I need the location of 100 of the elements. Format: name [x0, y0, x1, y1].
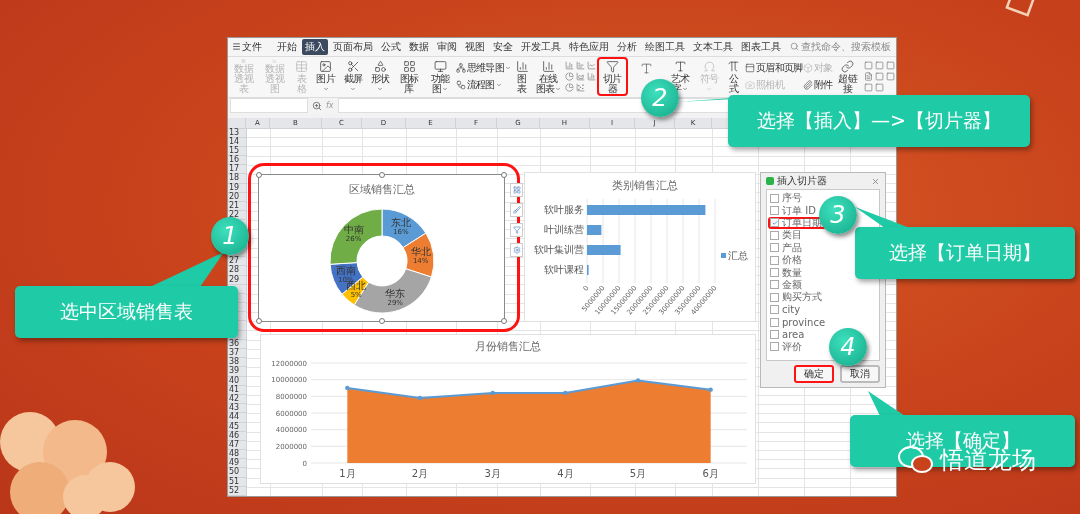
row-number[interactable]: 28 [228, 266, 246, 276]
ribbon-button[interactable]: 超链接 [832, 57, 864, 97]
bar-chart-icon[interactable] [587, 72, 597, 82]
ribbon-button[interactable]: 图片 [312, 57, 340, 97]
ribbon-button[interactable]: 流程图 [455, 78, 512, 93]
row-number[interactable]: 18 [228, 174, 246, 184]
ribbon-button[interactable]: 图标库 [393, 57, 425, 97]
field-option[interactable]: province [768, 315, 830, 329]
checkbox[interactable] [770, 280, 779, 290]
resize-handle[interactable] [256, 318, 262, 324]
menu-tab[interactable]: 开始 [274, 38, 300, 55]
resize-handle[interactable] [501, 318, 507, 324]
checkbox[interactable] [770, 317, 779, 327]
bar-chart-icon[interactable] [576, 61, 586, 71]
chart-tool-button[interactable] [510, 243, 523, 257]
menu-tab[interactable]: 页面布局 [330, 38, 376, 55]
ribbon-button[interactable]: 形状 [366, 57, 394, 97]
square-icon[interactable] [875, 72, 885, 82]
square-icon[interactable] [886, 72, 896, 82]
ribbon-button[interactable]: 功能图 [424, 57, 456, 97]
menu-tab[interactable]: 公式 [378, 38, 404, 55]
ribbon-button[interactable]: 页眉和页脚 [744, 61, 803, 76]
ribbon-button[interactable]: 思维导图 [455, 61, 512, 76]
menu-tab[interactable]: 开发工具 [518, 38, 564, 55]
ribbon-button[interactable]: 图表 [511, 57, 533, 97]
row-number[interactable]: 45 [228, 422, 246, 432]
menu-tab[interactable]: 安全 [490, 38, 516, 55]
checkbox[interactable] [770, 206, 779, 216]
menu-tab[interactable]: 绘图工具 [642, 38, 688, 55]
menu-tab[interactable]: 图表工具 [738, 38, 784, 55]
row-number[interactable]: 20 [228, 192, 246, 202]
square-icon[interactable] [875, 83, 885, 93]
row-number[interactable]: 41 [228, 385, 246, 395]
ribbon-button[interactable]: 截屏 [339, 57, 367, 97]
square-icon[interactable] [864, 83, 874, 93]
document-icon[interactable] [864, 72, 874, 82]
field-option[interactable]: 序号 [768, 192, 806, 205]
checkbox[interactable] [770, 305, 779, 315]
bar-chart-icon[interactable] [565, 61, 575, 71]
ribbon-button[interactable]: 在线图表 [532, 57, 565, 97]
checkbox[interactable] [770, 342, 779, 352]
line-chart-icon[interactable] [587, 61, 597, 71]
close-icon[interactable] [871, 176, 880, 186]
row-number[interactable]: 13 [228, 128, 246, 138]
row-number[interactable]: 29 [228, 275, 246, 285]
chart-tool-button[interactable] [510, 203, 523, 217]
zoom-icon[interactable] [312, 100, 322, 111]
square-icon[interactable] [875, 61, 885, 71]
menu-tab[interactable]: 特色应用 [566, 38, 612, 55]
pie-chart-icon[interactable] [565, 72, 575, 82]
ribbon-button[interactable]: 附件 [802, 78, 833, 93]
checkbox[interactable] [770, 292, 779, 302]
file-menu[interactable]: 文件 [230, 39, 264, 54]
chart-tool-button[interactable] [510, 223, 523, 237]
row-number[interactable]: 36 [228, 339, 246, 349]
row-number[interactable]: 51 [228, 477, 246, 487]
field-option[interactable]: 产品 [768, 241, 806, 254]
square-icon[interactable] [864, 61, 874, 71]
field-option[interactable]: 金额 [768, 278, 806, 292]
ribbon-button[interactable]: 公式 [723, 57, 745, 97]
ribbon-button[interactable]: 切片器 [597, 57, 628, 97]
resize-handle[interactable] [256, 172, 262, 178]
checkbox[interactable] [770, 218, 779, 228]
dialog-button[interactable]: 取消 [840, 365, 880, 383]
checkbox[interactable] [770, 193, 779, 203]
menu-tab[interactable]: 插入 [302, 38, 328, 55]
resize-handle[interactable] [501, 172, 507, 178]
checkbox[interactable] [770, 255, 779, 265]
field-option[interactable]: area [768, 328, 809, 341]
row-number[interactable]: 46 [228, 431, 246, 441]
checkbox[interactable] [770, 330, 779, 339]
field-option[interactable]: 类目 [768, 229, 806, 242]
resize-handle[interactable] [378, 318, 385, 324]
menu-tab[interactable]: 数据 [406, 38, 432, 55]
area-chart-icon[interactable] [576, 72, 586, 82]
row-number[interactable]: 44 [228, 413, 246, 423]
menu-tab[interactable]: 审阅 [434, 38, 460, 55]
row-number[interactable]: 14 [228, 137, 246, 147]
field-option[interactable]: 数量 [768, 266, 806, 279]
row-number[interactable]: 50 [228, 468, 246, 478]
row-number[interactable]: 40 [228, 376, 246, 386]
row-number[interactable]: 19 [228, 183, 246, 193]
row-number[interactable]: 52 [228, 486, 246, 496]
checkbox[interactable] [770, 243, 779, 253]
field-option[interactable]: city [768, 303, 805, 316]
chart-tool-button[interactable] [510, 183, 523, 197]
resize-handle[interactable] [378, 172, 385, 178]
menu-tab[interactable]: 文本工具 [690, 38, 736, 55]
dialog-button[interactable]: 确定 [794, 365, 834, 383]
square-icon[interactable] [886, 61, 896, 71]
field-option[interactable]: 评价 [768, 340, 806, 354]
field-option[interactable]: 购买方式 [768, 291, 826, 304]
scatter-chart-icon[interactable] [576, 83, 586, 93]
field-option[interactable]: 订单 ID [768, 204, 820, 217]
checkbox[interactable] [770, 268, 779, 278]
checkbox[interactable] [770, 230, 779, 240]
pie-chart-icon[interactable] [565, 83, 575, 93]
search-field[interactable]: 查找命令、搜索模板 [801, 41, 895, 53]
field-option[interactable]: 价格 [768, 253, 806, 267]
row-number[interactable]: 39 [228, 367, 246, 377]
